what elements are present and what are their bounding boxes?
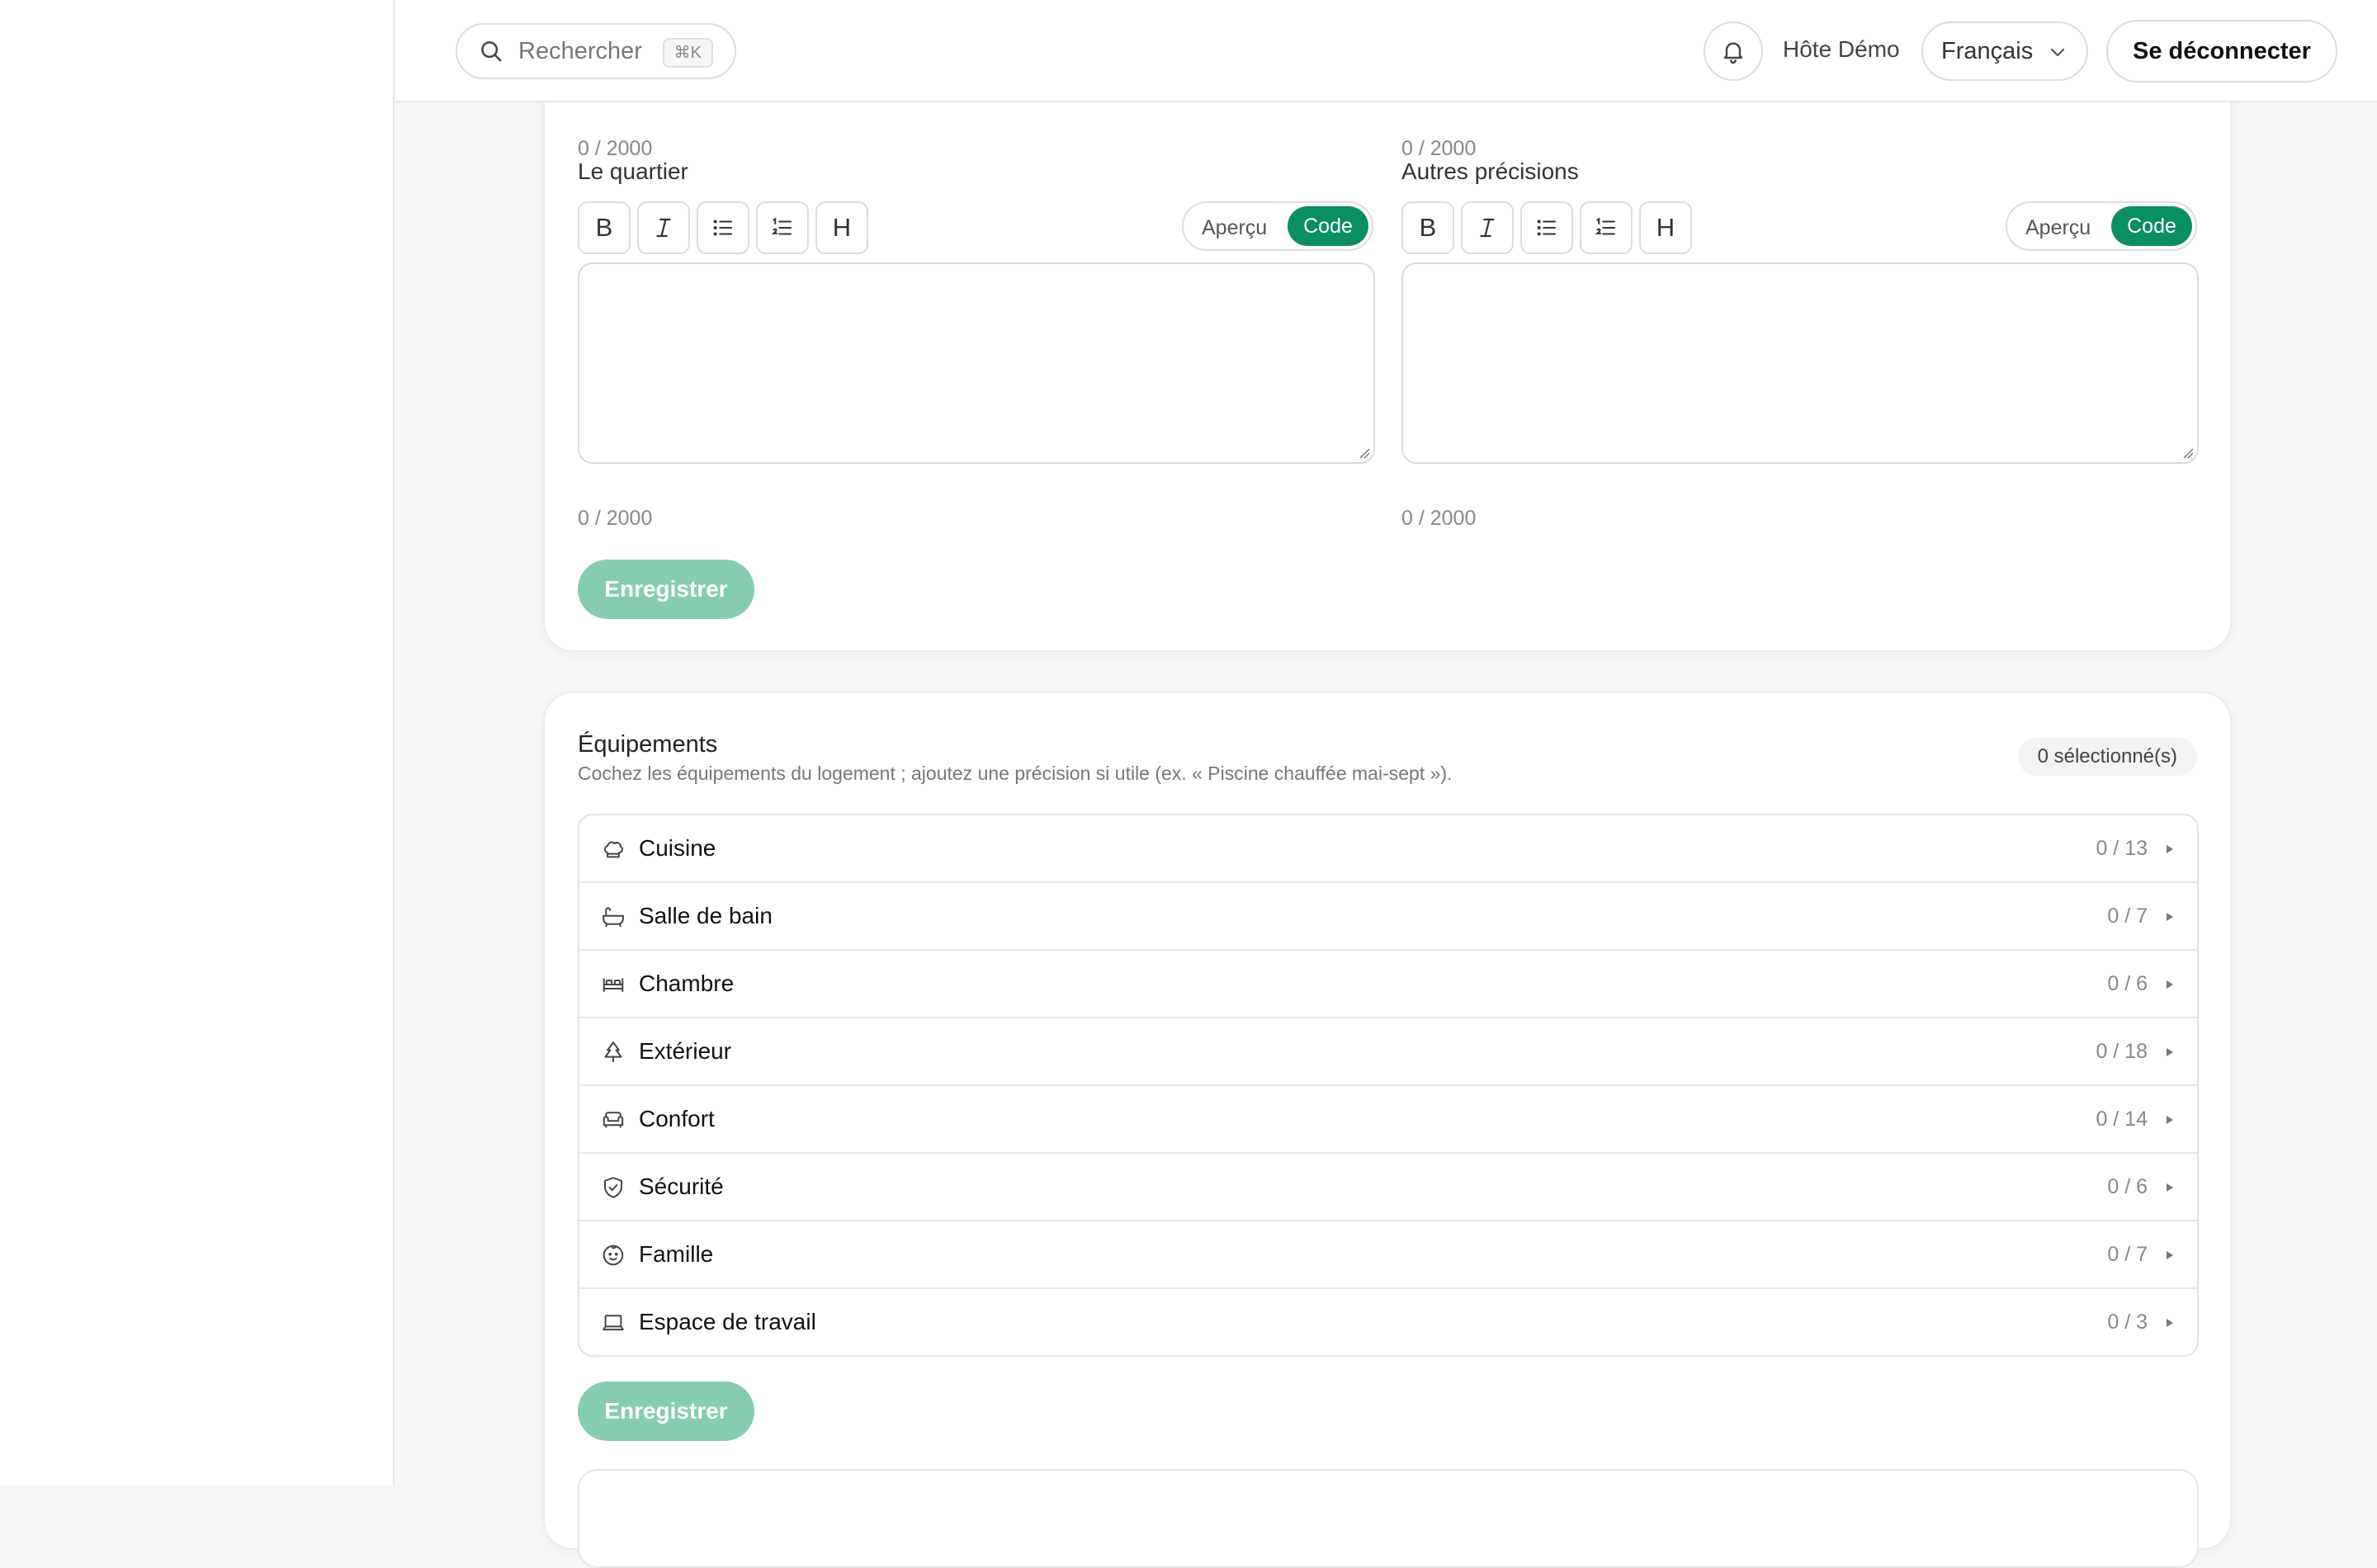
language-select[interactable]: Français [1921,21,2088,81]
category-row-securite[interactable]: Sécurité 0 / 6 [579,1154,2197,1221]
category-count: 0 / 14 [2096,1108,2148,1131]
category-row-famille[interactable]: Famille 0 / 7 [579,1221,2197,1289]
baby-face-icon [603,1244,624,1266]
code-tab[interactable]: Code [2111,206,2192,246]
preview-tab[interactable]: Aperçu [1202,216,1267,240]
bed-icon [603,978,624,992]
category-count: 0 / 7 [2107,904,2148,928]
category-label: Famille [639,1241,714,1267]
shield-check-icon [604,1177,622,1198]
category-row-confort[interactable]: Confort 0 / 14 [579,1086,2197,1154]
category-count: 0 / 7 [2107,1243,2148,1266]
language-select-value: Français [1941,37,2034,64]
heading-glyph: H [832,213,852,242]
equipment-category-list: Cuisine 0 / 13 Salle de bain 0 / 7 Chamb… [578,814,2199,1357]
bold-glyph: B [1419,213,1437,242]
preview-code-toggle[interactable]: Aperçu Code [2006,201,2197,251]
selected-count-badge: 0 sélectionné(s) [2017,738,2197,776]
resize-handle-icon [2183,448,2194,459]
logout-button[interactable]: Se déconnecter [2106,20,2337,83]
caret-right-icon [2167,1116,2173,1124]
code-tab[interactable]: Code [1288,206,1368,246]
field-label-neighbourhood: Le quartier [578,158,688,184]
category-row-cuisine[interactable]: Cuisine 0 / 13 [579,815,2197,883]
char-counter: 0 / 2000 [578,507,653,530]
search-icon [481,41,502,62]
category-label: Salle de bain [639,903,773,928]
category-count: 0 / 6 [2107,972,2148,995]
section-description: Cochez les équipements du logement ; ajo… [578,763,1453,784]
bold-button[interactable]: B [578,201,631,254]
chef-hat-icon [603,841,623,858]
resize-handle-icon [1359,448,1370,459]
bell-icon [1723,42,1743,64]
char-counter: 0 / 2000 [1401,137,1477,160]
sidebar [0,0,395,1485]
category-label: Extérieur [639,1038,732,1064]
equipments-card: Équipements Cochez les équipements du lo… [543,692,2232,1568]
preview-tab[interactable]: Aperçu [2025,216,2091,240]
bullet-list-button[interactable] [697,201,749,254]
other-details-textarea[interactable] [1401,262,2199,464]
italic-button[interactable] [1461,201,1514,254]
italic-button[interactable] [637,201,690,254]
user-name: Hôte Démo [1783,36,1900,62]
top-bar: Rechercher ⌘K Hôte Démo Français Se déco… [396,0,2377,102]
category-row-espace-de-travail[interactable]: Espace de travail 0 / 3 [579,1289,2197,1355]
category-count: 0 / 3 [2107,1311,2148,1334]
category-label: Chambre [639,971,735,996]
italic-icon [1480,218,1495,238]
category-label: Espace de travail [639,1309,816,1334]
next-section-card [578,1469,2199,1568]
category-row-chambre[interactable]: Chambre 0 / 6 [579,951,2197,1018]
caret-right-icon [2167,1048,2173,1056]
laptop-icon [603,1315,624,1331]
heading-button[interactable]: H [1639,201,1692,254]
notifications-button[interactable] [1704,21,1763,81]
caret-right-icon [2167,1251,2173,1259]
category-row-salle-de-bain[interactable]: Salle de bain 0 / 7 [579,883,2197,951]
bold-glyph: B [595,213,613,242]
category-label: Cuisine [639,835,716,861]
search-placeholder: Rechercher [518,37,642,64]
category-label: Confort [639,1106,715,1131]
search-shortcut-badge: ⌘K [662,38,713,68]
numbered-list-icon [771,217,792,235]
chevron-down-icon [2050,48,2065,57]
field-label-other-details: Autres précisions [1401,158,1579,184]
category-count: 0 / 18 [2096,1040,2148,1063]
numbered-list-icon [1595,217,1615,235]
italic-icon [656,218,671,238]
tree-icon [604,1041,622,1062]
char-counter: 0 / 2000 [578,137,653,160]
sofa-icon [603,1112,624,1128]
heading-glyph: H [1656,213,1675,242]
section-title: Équipements [578,731,718,758]
caret-right-icon [2167,980,2173,989]
save-description-button[interactable]: Enregistrer [578,560,754,619]
bullet-list-button[interactable] [1520,201,1573,254]
neighbourhood-textarea[interactable] [578,262,1375,464]
bullet-list-icon [1537,220,1556,236]
bullet-list-icon [713,220,732,236]
numbered-list-button[interactable] [1580,201,1633,254]
caret-right-icon [2167,1183,2173,1192]
heading-button[interactable]: H [815,201,868,254]
numbered-list-button[interactable] [756,201,809,254]
bathtub-icon [603,907,624,928]
preview-code-toggle[interactable]: Aperçu Code [1182,201,1373,251]
category-count: 0 / 6 [2107,1175,2148,1198]
char-counter: 0 / 2000 [1401,507,1477,530]
caret-right-icon [2167,913,2173,921]
category-label: Sécurité [639,1174,724,1199]
category-row-exterieur[interactable]: Extérieur 0 / 18 [579,1018,2197,1086]
category-count: 0 / 13 [2096,837,2148,860]
save-equipments-button[interactable]: Enregistrer [578,1381,754,1441]
bold-button[interactable]: B [1401,201,1454,254]
caret-right-icon [2167,1319,2173,1327]
caret-right-icon [2167,845,2173,853]
search-input[interactable]: Rechercher ⌘K [456,23,736,79]
